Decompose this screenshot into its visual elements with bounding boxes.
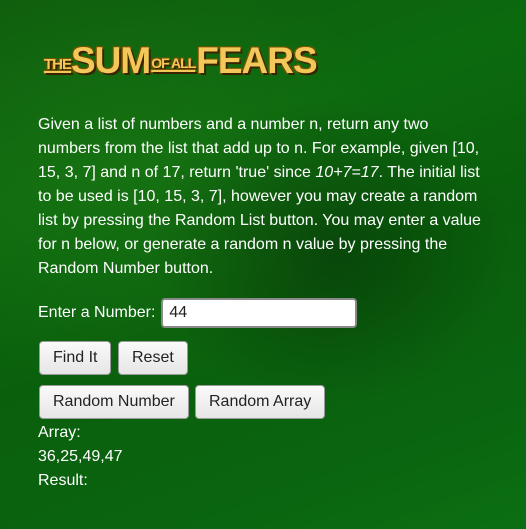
logo-sum: SUM [71,40,151,81]
array-value: 36,25,49,47 [38,448,123,465]
reset-button[interactable]: Reset [118,341,188,375]
logo-fears: FEARS [196,40,317,81]
find-it-button[interactable]: Find It [39,341,112,375]
number-input[interactable] [161,298,358,328]
random-number-button[interactable]: Random Number [39,385,189,419]
logo-of-all: OF ALL [151,55,196,71]
random-array-button[interactable]: Random Array [195,385,326,419]
result-label: Result: [38,472,88,489]
array-label: Array: [38,424,81,441]
description-equation: 10+7=17 [315,164,379,181]
logo-the: THE [44,56,72,73]
logo: THE SUM OF ALL FEARS [44,34,318,81]
number-input-row: Enter a Number: [38,298,358,328]
problem-description: Given a list of numbers and a number n, … [38,113,494,281]
number-input-label: Enter a Number: [38,304,156,321]
